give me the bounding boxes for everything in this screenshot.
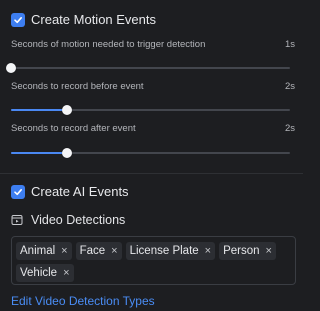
- slider-thumb[interactable]: [6, 63, 16, 73]
- section-divider: [0, 173, 303, 174]
- slider-fill: [11, 109, 67, 111]
- check-icon: [14, 16, 22, 23]
- edit-video-detection-types-link[interactable]: Edit Video Detection Types: [11, 294, 155, 308]
- detection-type-chip: Person ×: [219, 242, 276, 260]
- video-detections-label: Video Detections: [31, 213, 126, 227]
- detection-type-chip: License Plate ×: [125, 242, 216, 260]
- video-detections-header: Video Detections: [11, 213, 125, 227]
- slider-fill: [11, 152, 67, 154]
- motion-trigger-seconds-slider[interactable]: [6, 62, 290, 74]
- detection-type-label: Person: [223, 245, 260, 257]
- create-ai-events-checkbox[interactable]: Create AI Events: [11, 184, 129, 199]
- detection-type-chip: Face ×: [75, 242, 122, 260]
- record-before-event-slider[interactable]: [11, 104, 290, 116]
- create-motion-events-checkbox[interactable]: Create Motion Events: [11, 12, 156, 27]
- detection-type-label: License Plate: [129, 245, 199, 257]
- slider-thumb[interactable]: [61, 105, 72, 115]
- close-icon[interactable]: ×: [111, 245, 117, 257]
- slider-thumb[interactable]: [61, 148, 72, 158]
- detection-type-label: Face: [79, 245, 106, 257]
- record-after-event-slider[interactable]: [11, 147, 290, 159]
- close-icon[interactable]: ×: [63, 267, 69, 279]
- check-icon: [14, 188, 22, 195]
- detection-type-label: Vehicle: [20, 267, 58, 279]
- close-icon[interactable]: ×: [205, 245, 211, 257]
- checkbox-checked[interactable]: [11, 12, 25, 27]
- close-icon[interactable]: ×: [266, 245, 272, 257]
- detection-type-chip: Vehicle ×: [16, 264, 74, 282]
- slider-track: [11, 67, 290, 69]
- motion-trigger-seconds-value: 1s: [284, 39, 295, 50]
- create-ai-events-label: Create AI Events: [31, 184, 129, 199]
- checkbox-checked[interactable]: [11, 184, 25, 199]
- close-icon[interactable]: ×: [61, 245, 67, 257]
- detection-types-field[interactable]: Animal × Face × License Plate × Person × Vehicle…: [11, 236, 296, 285]
- film-clip-icon: [11, 214, 23, 226]
- record-before-event-label: Seconds to record before event: [11, 81, 144, 92]
- record-before-event-value: 2s: [284, 81, 295, 92]
- record-after-event-label: Seconds to record after event: [11, 123, 136, 134]
- record-after-event-value: 2s: [284, 123, 295, 134]
- detection-type-label: Animal: [20, 245, 56, 257]
- motion-trigger-seconds-label: Seconds of motion needed to trigger dete…: [11, 39, 206, 50]
- create-motion-events-label: Create Motion Events: [31, 12, 157, 27]
- detection-type-chip: Animal ×: [16, 242, 72, 260]
